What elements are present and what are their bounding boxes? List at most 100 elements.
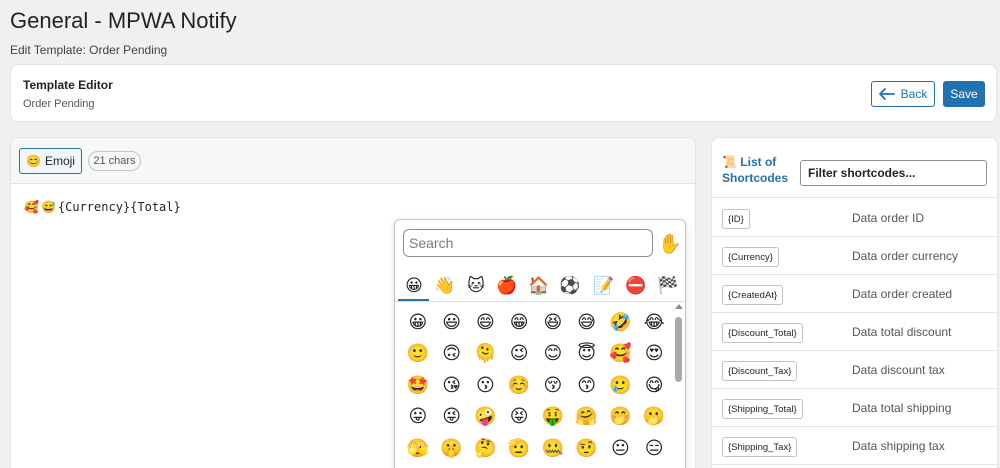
skin-tone-selector-icon[interactable]: ✋ [658,232,682,256]
emoji-cell[interactable]: 🤗 [570,407,604,425]
shortcode-chip[interactable]: {Currency} [722,247,779,267]
emoji-row: 😀 😃 😄 😁 😆 😅 🤣 😂 [401,306,671,338]
emoji-cell[interactable]: 🤫 [435,439,469,457]
shortcode-chip[interactable]: {Discount_Total} [722,323,803,343]
emoji-cell[interactable]: 😂 [637,313,671,331]
shortcode-chip[interactable]: {Shipping_Total} [722,399,803,419]
emoji-cell[interactable]: 🤭 [604,407,638,425]
emoji-cell[interactable]: 🫢 [637,407,671,425]
shortcode-row: {CreatedAt} Data order created [712,275,997,313]
emoji-cell[interactable]: 🤐 [536,439,570,457]
page-title: General - MPWA Notify [10,8,237,33]
emoji-row: 🙂 🙃 🫠 😉 😊 😇 🥰 😍 [401,338,671,370]
emoji-cell[interactable]: 😋 [637,376,671,394]
content-emoji: 🥰 [24,200,39,214]
scroll-up-arrow-icon[interactable] [675,304,683,309]
emoji-cell[interactable]: 😄 [469,313,503,331]
shortcode-description: Data total shipping [852,401,952,415]
active-category-indicator [398,299,429,301]
emoji-cell[interactable]: 😗 [469,376,503,394]
smile-icon: 😊 [26,154,41,168]
shortcode-row: {ID} Data order ID [712,199,997,237]
category-activities-icon[interactable]: ⚽ [555,273,585,299]
emoji-scrollbar[interactable] [675,304,683,468]
header-subtitle: Order Pending [23,98,95,110]
emoji-cell[interactable]: 🙃 [435,344,469,362]
emoji-cell[interactable]: 😃 [435,313,469,331]
back-button[interactable]: Back [871,81,935,107]
emoji-cell[interactable]: 😁 [502,313,536,331]
arrow-left-icon [878,88,895,100]
category-people-icon[interactable]: 👋 [430,273,460,299]
category-symbols-icon[interactable]: ⛔ [621,273,651,299]
shortcode-chip[interactable]: {Discount_Tax} [722,361,798,381]
emoji-cell[interactable]: 😆 [536,313,570,331]
shortcode-description: Data discount tax [852,363,945,377]
category-objects-icon[interactable]: 📝 [589,273,619,299]
emoji-cell[interactable]: 🤩 [401,376,435,394]
page-subtitle: Edit Template: Order Pending [10,43,168,57]
filter-shortcodes-input[interactable] [800,160,987,186]
emoji-cell[interactable]: 😑 [637,439,671,457]
save-button[interactable]: Save [943,81,985,107]
shortcode-description: Data order ID [852,211,925,225]
editor-toolbar: 😊 Emoji 21 chars [11,138,695,184]
emoji-row: 😛 😜 🤪 😝 🤑 🤗 🤭 🫢 [401,401,671,433]
emoji-cell[interactable]: 😀 [401,313,435,331]
shortcode-row: {Shipping_Tax} Data shipping tax [712,427,997,465]
emoji-search-input[interactable] [403,229,653,257]
emoji-cell[interactable]: 😍 [637,344,671,362]
shortcodes-panel: 📜 List of Shortcodes {ID} Data order ID {C… [711,137,998,468]
shortcode-chip[interactable]: {ID} [722,209,750,229]
emoji-cell[interactable]: 😛 [401,407,435,425]
scrollbar-thumb[interactable] [675,317,682,382]
category-flags-icon[interactable]: 🏁 [653,273,683,299]
emoji-cell[interactable]: 😜 [435,407,469,425]
emoji-category-tabs: 😀 👋 🐱 🍎 🏠 ⚽ 📝 ⛔ 🏁 [395,270,685,302]
emoji-row: 🤩 😘 😗 ☺️ 😚 😙 🥲 😋 [401,369,671,401]
emoji-cell[interactable]: 🤨 [570,439,604,457]
emoji-cell[interactable]: 🤣 [604,313,638,331]
emoji-cell[interactable]: 🤔 [469,439,503,457]
emoji-cell[interactable]: ☺️ [502,376,536,394]
emoji-cell[interactable]: 😘 [435,376,469,394]
emoji-button-label: Emoji [44,154,75,168]
emoji-cell[interactable]: 🤑 [536,407,570,425]
emoji-cell[interactable]: 😊 [536,344,570,362]
emoji-row: 🫣 🤫 🤔 🫡 🤐 🤨 😐 😑 [401,432,671,464]
shortcodes-title: 📜 List of Shortcodes [722,154,792,186]
emoji-cell[interactable]: 🙂 [401,344,435,362]
emoji-cell[interactable]: 😐 [604,439,638,457]
shortcode-row: {Discount_Total} Data total discount [712,313,997,351]
emoji-cell[interactable]: 😉 [502,344,536,362]
shortcode-chip[interactable]: {CreatedAt} [722,285,784,305]
category-travel-icon[interactable]: 🏠 [524,273,554,299]
emoji-cell[interactable]: 😇 [570,344,604,362]
emoji-cell[interactable]: 🥰 [604,344,638,362]
emoji-cell[interactable]: 😚 [536,376,570,394]
shortcodes-header: 📜 List of Shortcodes [712,138,997,198]
category-smileys-icon[interactable]: 😀 [399,273,429,299]
emoji-cell[interactable]: 😅 [570,313,604,331]
header-title: Template Editor [23,78,113,92]
shortcode-description: Data order created [852,287,953,301]
shortcode-row: {Currency} Data order currency [712,237,997,275]
shortcode-chip[interactable]: {Shipping_Tax} [722,437,798,457]
emoji-cell[interactable]: 🤪 [469,407,503,425]
category-food-icon[interactable]: 🍎 [492,273,522,299]
message-editor[interactable]: 🥰 😅 {Currency}{Total} [24,200,181,214]
emoji-cell[interactable]: 🫡 [502,439,536,457]
emoji-cell[interactable]: 🫠 [469,344,503,362]
char-count-badge: 21 chars [88,151,141,171]
emoji-cell[interactable]: 😙 [570,376,604,394]
emoji-button[interactable]: 😊 Emoji [19,148,82,174]
content-text: {Currency}{Total} [57,200,181,214]
category-animals-icon[interactable]: 🐱 [461,273,491,299]
emoji-grid: 😀 😃 😄 😁 😆 😅 🤣 😂 🙂 🙃 🫠 😉 😊 😇 🥰 😍 🤩 😘 😗 ☺️ 😚 😙 🥲 😋 😛 😜 🤪 😝 🤑 🤗 🤭 🫢 🫣 🤫 🤔 🫡 🤐 🤨 😐… [401,306,671,464]
emoji-cell[interactable]: 😝 [502,407,536,425]
shortcode-description: Data order currency [852,249,959,263]
emoji-cell[interactable]: 🥲 [604,376,638,394]
emoji-cell[interactable]: 🫣 [401,439,435,457]
shortcode-row: {Shipping_Total} Data total shipping [712,389,997,427]
template-editor-header: Template Editor Order Pending Back Save [10,64,997,122]
